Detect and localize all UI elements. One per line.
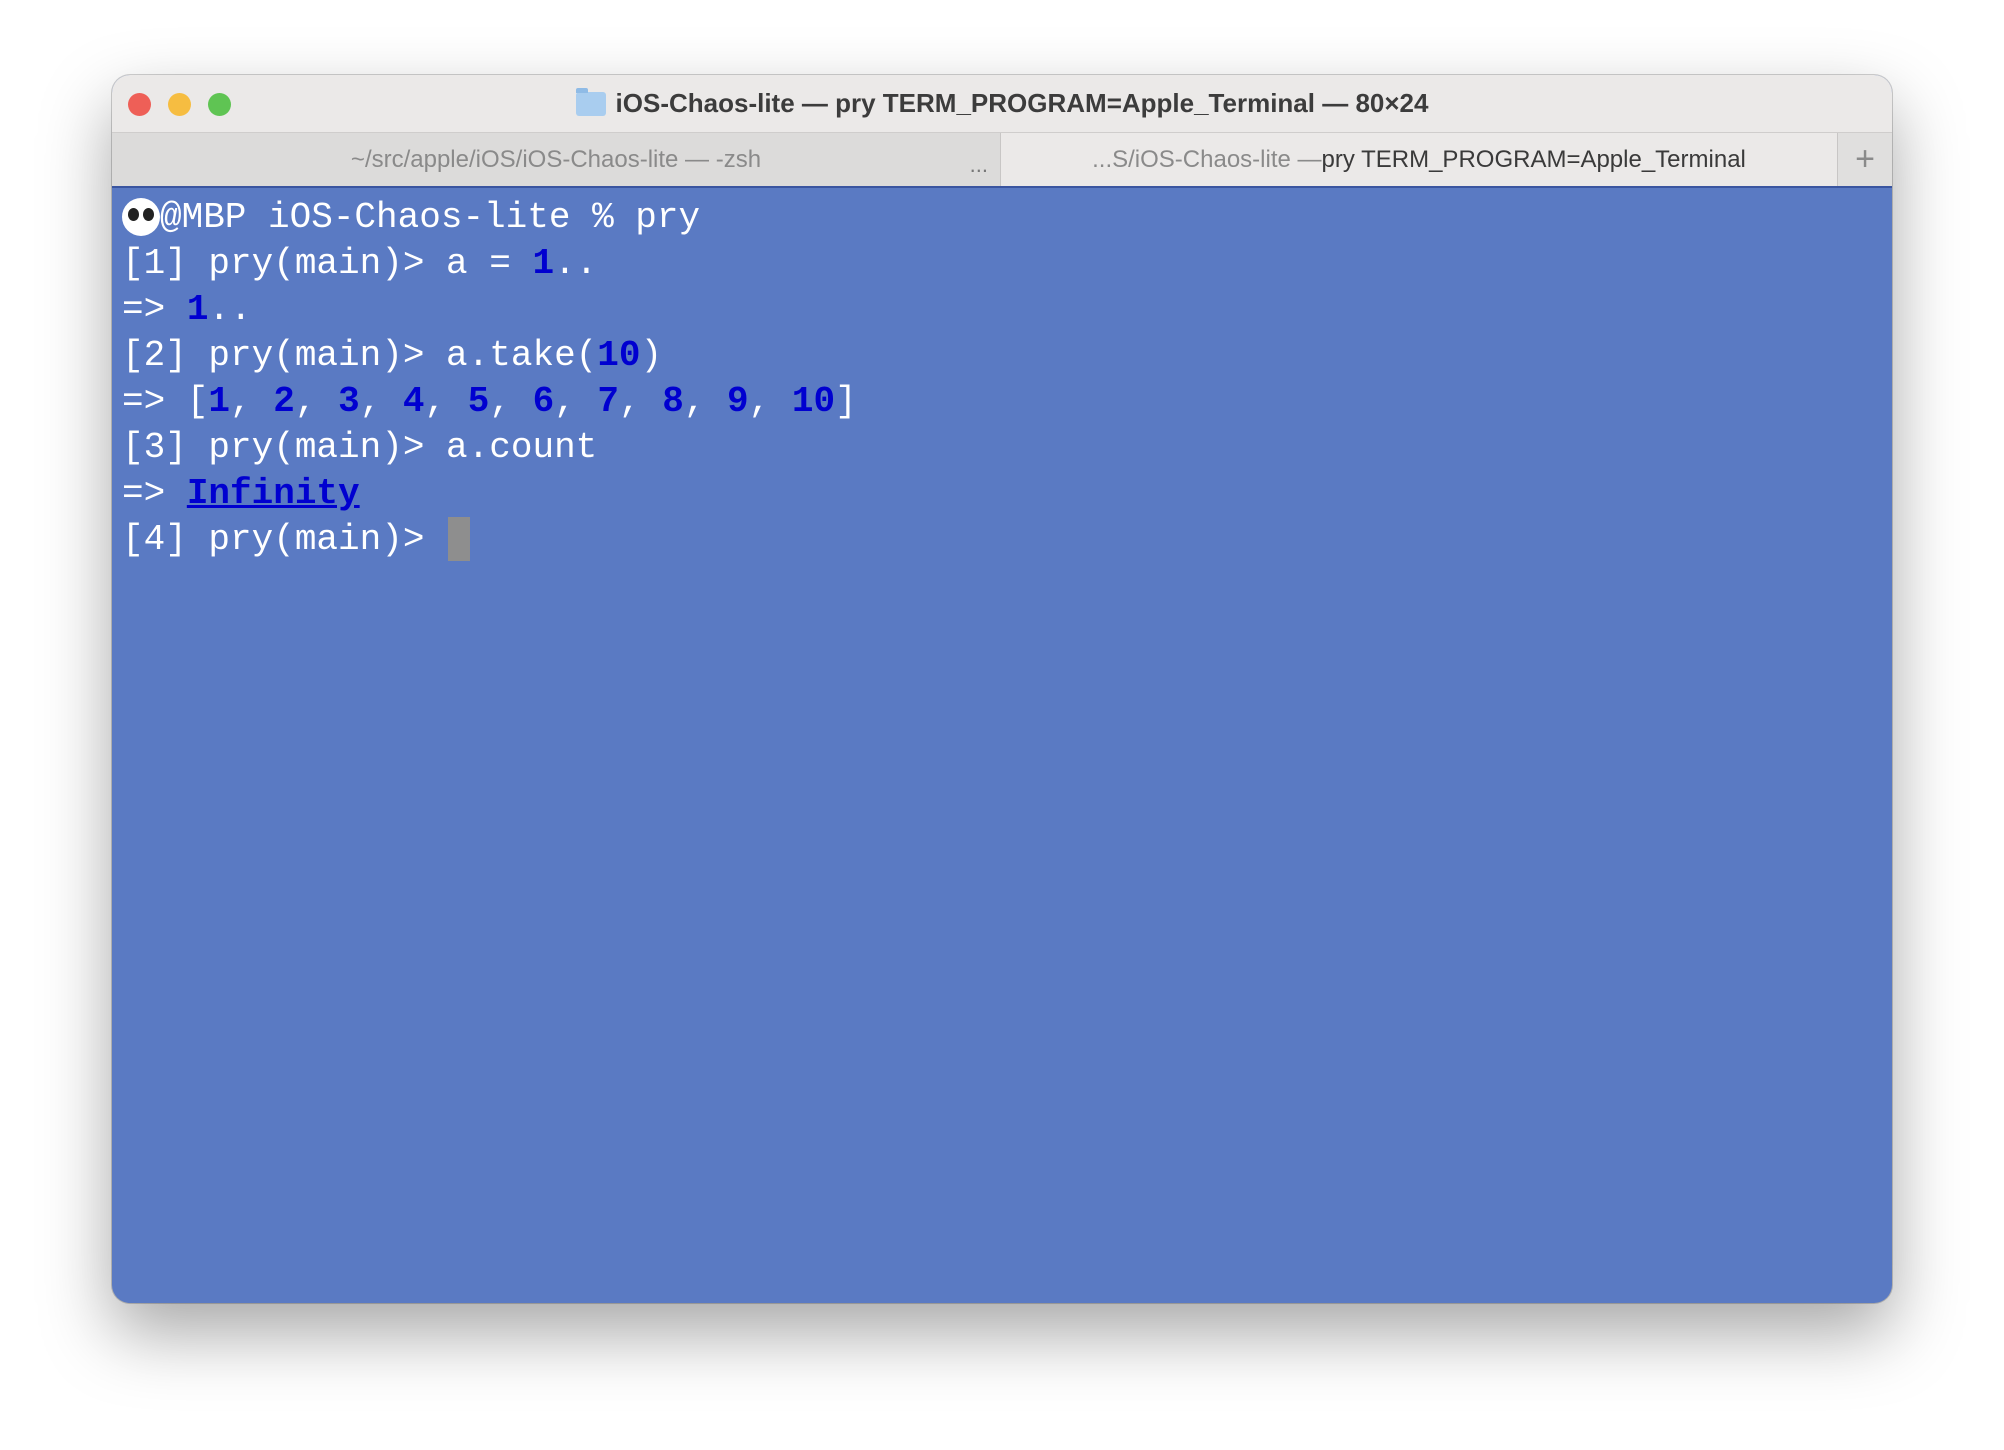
- input-text: ): [640, 335, 663, 376]
- terminal-window: iOS-Chaos-lite — pry TERM_PROGRAM=Apple_…: [112, 75, 1892, 1303]
- terminal-line: [2] pry(main)> a.take(10): [122, 333, 1892, 379]
- input-text: ..: [554, 243, 598, 284]
- tab-pry[interactable]: ...S/iOS-Chaos-lite — pry TERM_PROGRAM=A…: [1001, 133, 1837, 186]
- input-text: [1] pry(main)> a =: [122, 243, 533, 284]
- separator: ,: [294, 381, 339, 422]
- terminal-line: [4] pry(main)>: [122, 517, 1892, 563]
- new-tab-button[interactable]: +: [1837, 133, 1892, 186]
- array-number: 3: [338, 381, 360, 422]
- separator: ,: [359, 381, 403, 422]
- separator: ,: [748, 381, 792, 422]
- number: 1: [532, 243, 555, 284]
- terminal-line: [1] pry(main)> a = 1..: [122, 241, 1892, 287]
- terminal-line: [3] pry(main)> a.count: [122, 425, 1892, 471]
- array-number: 2: [273, 381, 295, 422]
- array-number: 4: [402, 381, 425, 422]
- output-text: ..: [208, 289, 252, 330]
- separator: ,: [424, 381, 468, 422]
- output-text: => [: [122, 381, 209, 422]
- output-arrow: =>: [122, 473, 187, 514]
- tab-label: ~/src/apple/iOS/iOS-Chaos-lite — -zsh: [350, 145, 762, 173]
- tab-zsh[interactable]: ~/src/apple/iOS/iOS-Chaos-lite — -zsh...: [112, 133, 1001, 186]
- array-number: 5: [467, 381, 490, 422]
- terminal-line: => [1, 2, 3, 4, 5, 6, 7, 8, 9, 10]: [122, 379, 1892, 425]
- array-number: 7: [597, 381, 619, 422]
- folder-icon: [575, 87, 606, 116]
- tab-overflow-icon[interactable]: ...: [970, 152, 988, 178]
- array-number: 1: [208, 381, 231, 422]
- array-number: 8: [662, 381, 684, 422]
- output-arrow: =>: [122, 289, 187, 330]
- title-bar: iOS-Chaos-lite — pry TERM_PROGRAM=Apple_…: [112, 75, 1892, 132]
- tab-label: pry TERM_PROGRAM=Apple_Terminal: [1321, 145, 1746, 173]
- prompt-text: [4] pry(main)>: [122, 519, 447, 560]
- array-number: 6: [532, 381, 555, 422]
- input-text: [3] pry(main)> a.count: [122, 427, 598, 468]
- number: 10: [597, 335, 641, 376]
- number: 1: [186, 289, 209, 330]
- infinity-value: Infinity: [186, 473, 360, 514]
- panda-icon: [122, 198, 160, 237]
- array-number: 10: [791, 381, 836, 422]
- window-title: iOS-Chaos-lite — pry TERM_PROGRAM=Apple_…: [615, 88, 1429, 118]
- terminal-content[interactable]: @MBP iOS-Chaos-lite % pry [1] pry(main)>…: [112, 188, 1892, 1303]
- array-number: 9: [727, 381, 749, 422]
- terminal-line: @MBP iOS-Chaos-lite % pry: [122, 195, 1892, 241]
- output-text: ]: [835, 381, 857, 422]
- cursor: [448, 517, 471, 562]
- terminal-line: => 1..: [122, 287, 1892, 333]
- separator: ,: [619, 381, 663, 422]
- separator: ,: [230, 381, 274, 422]
- prompt-text: @MBP iOS-Chaos-lite % pry: [160, 197, 701, 238]
- separator: ,: [554, 381, 598, 422]
- tab-bar: ~/src/apple/iOS/iOS-Chaos-lite — -zsh...…: [112, 132, 1892, 188]
- separator: ,: [489, 381, 533, 422]
- input-text: [2] pry(main)> a.take(: [122, 335, 598, 376]
- terminal-line: => Infinity: [122, 471, 1892, 517]
- separator: ,: [683, 381, 728, 422]
- tab-label-path: ...S/iOS-Chaos-lite —: [1092, 145, 1322, 173]
